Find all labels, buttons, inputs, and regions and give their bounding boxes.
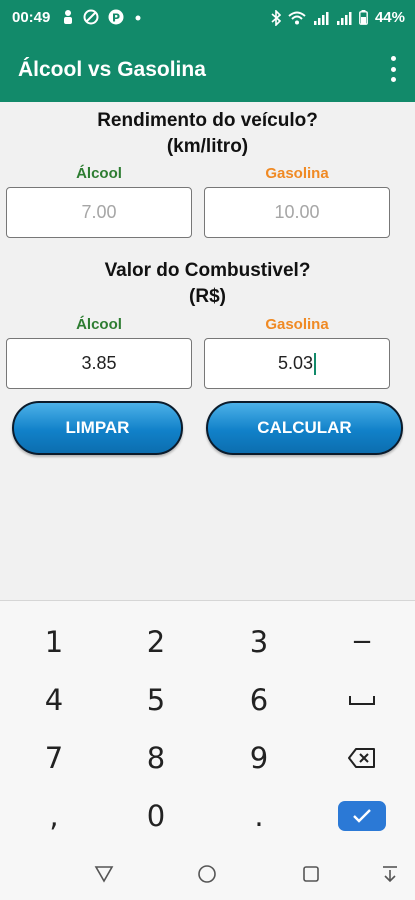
calcular-button[interactable]: CALCULAR [206,401,403,455]
backspace-icon [348,748,375,768]
app-bar: Álcool vs Gasolina [0,36,415,102]
menu-dot [390,66,396,72]
key-4[interactable]: 4 [2,671,106,729]
key-1[interactable]: 1 [2,613,106,671]
status-notification-icons: P [62,9,143,25]
status-bar: 00:49 P 44% [0,0,415,36]
valor-alcool-value: 3.85 [81,353,117,373]
key-7[interactable]: 7 [2,729,106,787]
signal-icon [313,11,329,25]
nav-home-icon[interactable] [192,862,222,886]
dot-icon [135,15,141,21]
key-9[interactable]: 9 [207,729,311,787]
key-minus[interactable]: − [310,613,414,671]
rendimento-title-line2: (km/litro) [166,136,249,157]
space-icon [349,696,375,705]
valor-gasolina-label: Gasolina [265,316,329,333]
key-done[interactable] [310,787,414,845]
menu-dot [390,77,396,82]
text-cursor [314,352,317,375]
rendimento-alcool-label: Álcool [76,165,122,182]
limpar-button[interactable]: LIMPAR [12,401,183,455]
rendimento-gasolina-placeholder: 10.00 [274,202,320,222]
rendimento-gasolina-input[interactable]: 10.00 [204,187,390,238]
valor-alcool-label: Álcool [76,316,122,333]
numeric-keyboard: 1 2 3 − 4 5 6 7 8 9 , 0 . [0,600,415,900]
key-8[interactable]: 8 [104,729,208,787]
menu-dot [390,56,396,61]
rendimento-gasolina-label: Gasolina [265,165,329,182]
signal-icon-2 [336,11,352,25]
main-content: Rendimento do veículo? (km/litro) Álcool… [0,102,415,600]
key-5[interactable]: 5 [104,671,208,729]
key-period[interactable]: . [207,787,311,845]
key-space[interactable] [310,671,414,729]
valor-title-line1: Valor do Combustivel? [104,260,311,281]
key-2[interactable]: 2 [104,613,208,671]
svg-text:P: P [112,12,120,25]
app-title: Álcool vs Gasolina [18,58,206,81]
status-system-icons: 44% [271,9,405,26]
blocked-circle-icon [83,9,99,25]
key-0[interactable]: 0 [104,787,208,845]
rendimento-alcool-placeholder: 7.00 [81,202,117,222]
person-icon [64,10,72,24]
rendimento-title-line1: Rendimento do veículo? [97,110,318,131]
nav-back-icon[interactable] [89,862,119,886]
rendimento-alcool-input[interactable]: 7.00 [6,187,192,238]
done-button[interactable] [338,801,386,831]
wifi-icon [288,11,306,24]
valor-gasolina-value: 5.03 [277,353,314,373]
key-6[interactable]: 6 [207,671,311,729]
key-comma[interactable]: , [2,787,106,845]
status-time: 00:49 [12,9,51,26]
bluetooth-icon [271,9,281,26]
battery-icon [359,10,368,25]
p-badge-icon: P [108,9,124,25]
rendimento-title: Rendimento do veículo? (km/litro) [0,108,415,160]
key-3[interactable]: 3 [207,613,311,671]
valor-gasolina-input[interactable]: 5.03 [204,338,390,389]
valor-alcool-input[interactable]: 3.85 [6,338,192,389]
nav-recents-icon[interactable] [296,862,326,886]
keyboard-hide-icon[interactable] [375,862,405,886]
battery-percent: 44% [374,9,405,26]
valor-title: Valor do Combustivel? (R$) [0,258,415,310]
checkmark-icon [353,809,371,823]
overflow-menu-icon[interactable] [387,56,399,82]
valor-title-line2: (R$) [189,286,226,307]
key-backspace[interactable] [310,729,414,787]
